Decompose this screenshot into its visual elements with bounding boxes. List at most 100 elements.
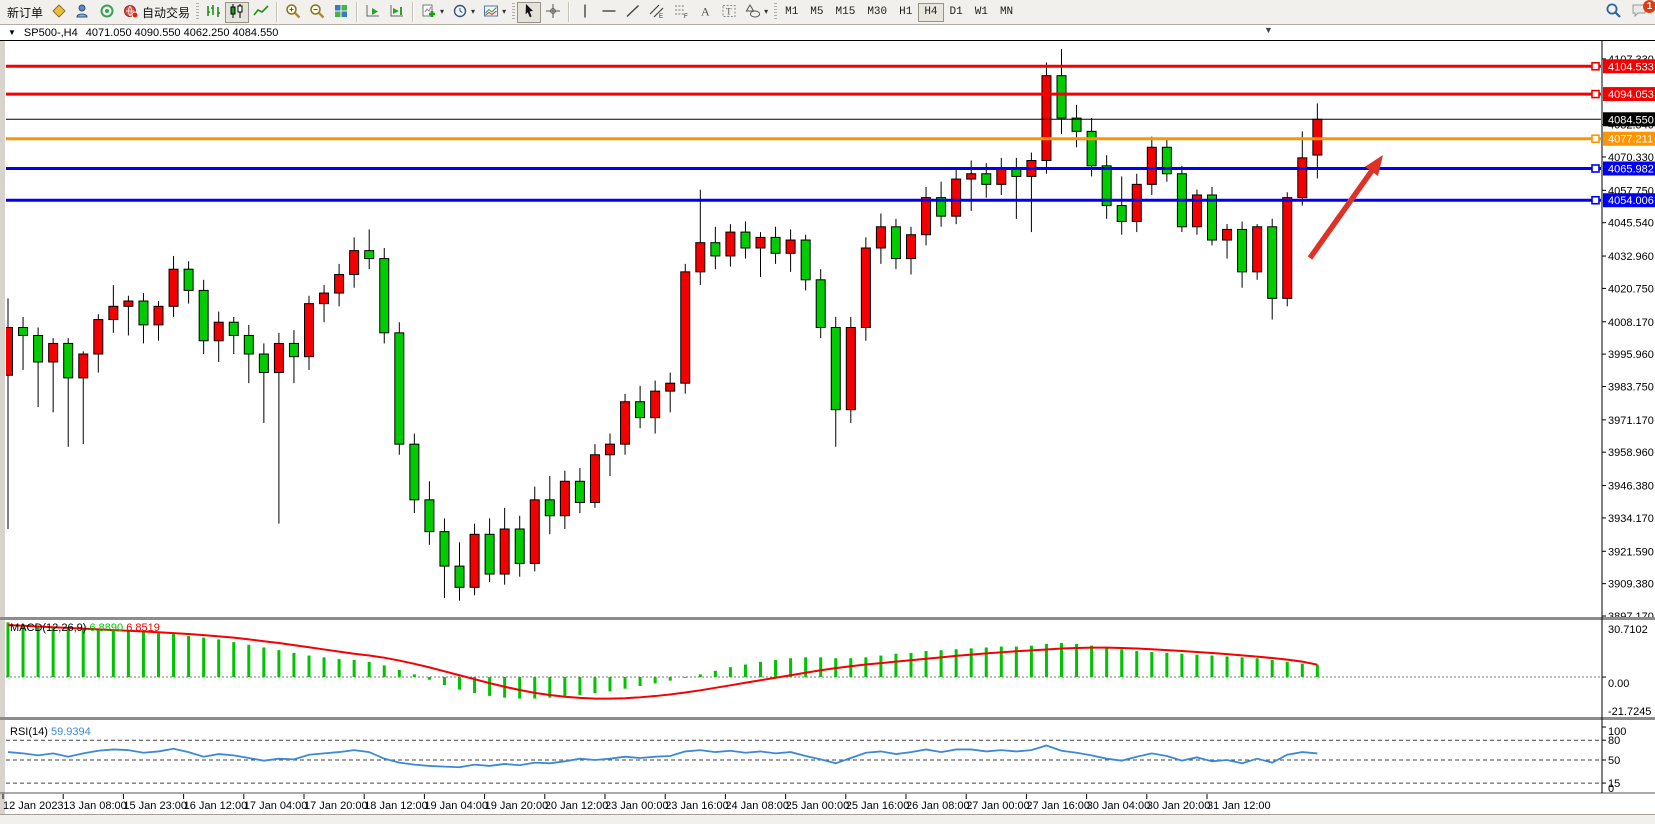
chart-shift-button[interactable] <box>385 2 409 23</box>
candle <box>244 335 253 354</box>
price-tick-label: 3934.170 <box>1608 513 1654 525</box>
zoom-out-button[interactable] <box>305 2 329 23</box>
time-tick-label: 31 Jan 12:00 <box>1207 800 1271 812</box>
text-icon: A <box>697 3 713 22</box>
market-watch-button[interactable] <box>47 2 71 23</box>
candle <box>154 306 163 325</box>
candle <box>440 532 449 566</box>
signal-icon <box>99 3 115 22</box>
price-line-badge: 4065.982 <box>1603 162 1655 176</box>
candle <box>335 274 344 293</box>
cursor-tool-button[interactable] <box>517 2 541 23</box>
time-tick-label: 27 Jan 00:00 <box>966 800 1030 812</box>
candle <box>575 481 584 502</box>
bar-chart-mode-button[interactable] <box>201 2 225 23</box>
rsi-axis-label: 80 <box>1608 735 1620 747</box>
auto-scroll-icon <box>365 3 381 22</box>
timeframe-button-w1[interactable]: W1 <box>969 3 994 22</box>
auto-scroll-button[interactable] <box>361 2 385 23</box>
channel-icon: E <box>649 3 665 22</box>
zoom-in-button[interactable] <box>281 2 305 23</box>
fibonacci-tool-button[interactable]: F <box>669 2 693 23</box>
collapse-triangle-icon[interactable]: ▼ <box>8 28 16 37</box>
svg-text:T: T <box>726 6 732 16</box>
toolbar-separator <box>276 2 278 22</box>
svg-text:E: E <box>659 14 663 19</box>
timeframe-toolbar: M1M5M15M30H1H4D1W1MN <box>779 3 1019 22</box>
chevron-down-icon: ▾ <box>471 8 475 16</box>
candle <box>696 243 705 272</box>
horizontal-line-icon <box>601 3 617 22</box>
label-tool-button[interactable]: T <box>717 2 741 23</box>
candle <box>1223 229 1232 240</box>
timeframe-button-m1[interactable]: M1 <box>779 3 804 22</box>
price-line-anchor[interactable] <box>1592 197 1599 204</box>
candle <box>967 174 976 179</box>
candle <box>214 322 223 341</box>
zoom-in-icon <box>285 3 301 22</box>
equidistant-channel-tool-button[interactable]: E <box>645 2 669 23</box>
timeframe-button-d1[interactable]: D1 <box>944 3 969 22</box>
candle <box>500 529 509 574</box>
periods-button[interactable]: ▾ <box>448 2 479 23</box>
price-line-anchor[interactable] <box>1592 135 1599 142</box>
time-tick-label: 23 Jan 00:00 <box>605 800 669 812</box>
candlestick-mode-button[interactable] <box>225 2 249 23</box>
svg-text:F: F <box>684 14 688 19</box>
timeframe-button-m30[interactable]: M30 <box>861 3 893 22</box>
candle <box>1313 119 1322 155</box>
time-tick-label: 24 Jan 08:00 <box>725 800 789 812</box>
signals-button[interactable] <box>95 2 119 23</box>
candle <box>726 232 735 256</box>
time-tick-label: 27 Jan 16:00 <box>1026 800 1090 812</box>
shapes-icon <box>745 3 761 22</box>
candle <box>636 402 645 418</box>
price-line-anchor[interactable] <box>1592 91 1599 98</box>
timeframe-button-mn[interactable]: MN <box>994 3 1019 22</box>
tile-windows-button[interactable] <box>329 2 353 23</box>
candle <box>1072 118 1081 131</box>
timeframe-button-m15[interactable]: M15 <box>830 3 862 22</box>
text-tool-button[interactable]: A <box>693 2 717 23</box>
price-line-anchor[interactable] <box>1592 63 1599 70</box>
timeframe-button-h1[interactable]: H1 <box>893 3 918 22</box>
candle <box>305 304 314 357</box>
shapes-tool-button[interactable]: ▾ <box>741 2 772 23</box>
candle <box>606 444 615 455</box>
search-button[interactable] <box>1601 2 1626 23</box>
price-line-anchor[interactable] <box>1592 165 1599 172</box>
line-chart-icon <box>253 3 269 22</box>
timeframe-button-h4[interactable]: H4 <box>918 3 943 22</box>
candle <box>530 500 539 564</box>
time-tick-label: 15 Jan 23:00 <box>123 800 187 812</box>
candle <box>816 280 825 328</box>
navigator-button[interactable] <box>71 2 95 23</box>
candle <box>590 455 599 503</box>
toolbar-separator <box>412 2 414 22</box>
templates-button[interactable]: ▾ <box>479 2 510 23</box>
candle <box>320 293 329 304</box>
candle <box>1117 206 1126 222</box>
panel-separator[interactable] <box>0 617 1655 620</box>
candlestick-chart[interactable]: 4107.3304082.5404070.3304057.7504045.540… <box>0 41 1655 824</box>
horizontal-line-tool-button[interactable] <box>597 2 621 23</box>
chart-shift-marker[interactable]: ▼ <box>1264 25 1273 35</box>
trendline-tool-button[interactable] <box>621 2 645 23</box>
price-line-badge: 4084.550 <box>1603 112 1655 126</box>
toolbar-separator <box>356 2 358 22</box>
price-badge-label: 4054.006 <box>1608 195 1654 207</box>
crosshair-tool-button[interactable] <box>541 2 565 23</box>
chart-title-row: ▼ SP500-,H4 4071.050 4090.550 4062.250 4… <box>0 25 1655 41</box>
line-chart-mode-button[interactable] <box>249 2 273 23</box>
price-tick-label: 3995.960 <box>1608 349 1654 361</box>
time-tick-label: 17 Jan 04:00 <box>244 800 308 812</box>
new-order-button[interactable]: 新订单 <box>3 2 47 23</box>
new-chart-button[interactable]: ▾ <box>417 2 448 23</box>
panel-separator[interactable] <box>0 717 1655 720</box>
timeframe-button-m5[interactable]: M5 <box>804 3 829 22</box>
auto-trading-button[interactable]: 自动交易 <box>119 2 194 23</box>
vertical-line-tool-button[interactable] <box>573 2 597 23</box>
candle <box>229 322 238 335</box>
candle <box>19 328 28 336</box>
chart-background <box>0 41 1655 824</box>
